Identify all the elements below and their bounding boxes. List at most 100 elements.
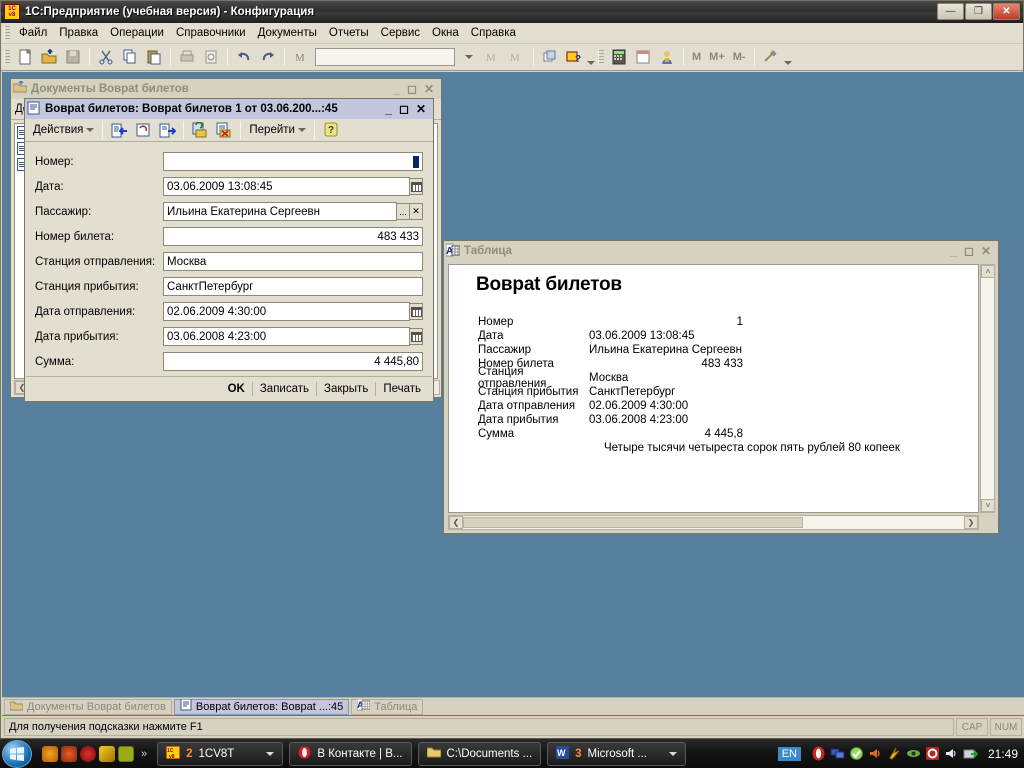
undo-post-icon[interactable] bbox=[132, 119, 154, 141]
user-icon[interactable] bbox=[656, 46, 678, 68]
redo-icon[interactable] bbox=[257, 46, 279, 68]
table-horizontal-scrollbar[interactable]: ❮ ❯ bbox=[448, 515, 979, 530]
copy-icon[interactable] bbox=[119, 46, 141, 68]
windows-icon[interactable] bbox=[539, 46, 561, 68]
table-report-window[interactable]: A Таблица _ ◻ ✕ Вовраt билетов Номер 1 Д… bbox=[443, 240, 999, 534]
docform-minimize-button[interactable]: _ bbox=[385, 103, 392, 115]
arrival-date-calendar-button[interactable] bbox=[409, 328, 423, 345]
menu-reports[interactable]: Отчеты bbox=[323, 25, 375, 41]
memory-add-button[interactable]: M+ bbox=[705, 51, 729, 63]
scroll-down-icon[interactable]: ˅ bbox=[981, 499, 995, 512]
date-calendar-button[interactable] bbox=[409, 178, 423, 195]
memory-recall-button[interactable]: M bbox=[688, 51, 705, 63]
menubar-grip-icon[interactable] bbox=[4, 25, 10, 41]
doclist-maximize-button[interactable]: ◻ bbox=[407, 83, 417, 95]
structure-icon[interactable] bbox=[189, 119, 211, 141]
menu-windows[interactable]: Окна bbox=[426, 25, 465, 41]
restore-button[interactable]: ❐ bbox=[965, 3, 992, 20]
passenger-input[interactable]: Ильина Екатерина Сергеевн bbox=[163, 202, 397, 221]
help-icon[interactable]: ? bbox=[320, 119, 342, 141]
departure-date-input[interactable]: 02.06.2009 4:30:00 bbox=[163, 302, 410, 321]
close-button[interactable]: ✕ bbox=[993, 3, 1020, 20]
open-folder-icon[interactable] bbox=[38, 46, 60, 68]
table-close-button[interactable]: ✕ bbox=[981, 245, 991, 257]
calculator-icon[interactable] bbox=[608, 46, 630, 68]
hscroll-thumb[interactable] bbox=[463, 517, 803, 528]
departure-station-input[interactable]: Москва bbox=[163, 252, 423, 271]
cut-icon[interactable] bbox=[95, 46, 117, 68]
browser-icon[interactable] bbox=[61, 745, 77, 762]
eject-icon[interactable] bbox=[963, 746, 979, 761]
start-button[interactable] bbox=[2, 739, 32, 768]
clock-app-icon[interactable] bbox=[118, 745, 134, 762]
document-form-window[interactable]: Вовраt билетов: Вовраt билетов 1 от 03.0… bbox=[24, 98, 434, 402]
undo-icon[interactable] bbox=[233, 46, 255, 68]
taskbar-button-documents[interactable]: C:\Documents ... bbox=[417, 741, 542, 766]
table-maximize-button[interactable]: ◻ bbox=[964, 245, 974, 257]
doclist-minimize-button[interactable]: _ bbox=[393, 83, 400, 95]
menu-catalogs[interactable]: Справочники bbox=[170, 25, 252, 41]
sum-input[interactable]: 4 445,80 bbox=[163, 352, 423, 371]
print-button[interactable]: Печать bbox=[376, 381, 428, 397]
docform-maximize-button[interactable]: ◻ bbox=[399, 103, 409, 115]
memory-sub-button[interactable]: M- bbox=[729, 51, 750, 63]
table-minimize-button[interactable]: _ bbox=[950, 245, 957, 257]
language-indicator[interactable]: EN bbox=[777, 746, 801, 761]
search-dropdown-icon[interactable] bbox=[458, 46, 480, 68]
document-form-title-bar[interactable]: Вовраt билетов: Вовраt билетов 1 от 03.0… bbox=[25, 99, 433, 119]
chevron-down-icon[interactable] bbox=[668, 751, 677, 756]
print-preview-icon[interactable] bbox=[200, 46, 222, 68]
ok-button[interactable]: OK bbox=[221, 381, 252, 397]
network-icon[interactable] bbox=[830, 746, 845, 761]
toolbar-grip-icon[interactable] bbox=[4, 49, 10, 65]
help-1c-icon[interactable]: ? bbox=[563, 46, 585, 68]
move-document-icon[interactable] bbox=[156, 119, 178, 141]
passenger-select-button[interactable]: ... bbox=[396, 203, 410, 220]
opera-icon[interactable] bbox=[80, 745, 96, 762]
find-next-icon[interactable]: M bbox=[482, 46, 504, 68]
paste-icon[interactable] bbox=[143, 46, 165, 68]
speaker-icon[interactable] bbox=[944, 746, 959, 761]
docform-close-button[interactable]: ✕ bbox=[416, 103, 426, 115]
find-prev-icon[interactable]: M bbox=[506, 46, 528, 68]
flash-icon[interactable] bbox=[99, 745, 115, 762]
arrival-station-input[interactable]: СанктПетербург bbox=[163, 277, 423, 296]
date-input[interactable]: 03.06.2009 13:08:45 bbox=[163, 177, 410, 196]
actions-menu-button[interactable]: Действия bbox=[29, 123, 98, 137]
taskbar-button-word[interactable]: W 3 Microsoft ... bbox=[547, 741, 686, 766]
close-button[interactable]: Закрыть bbox=[317, 381, 375, 397]
quick-launch-overflow-icon[interactable]: » bbox=[141, 748, 147, 760]
number-input[interactable] bbox=[163, 152, 423, 171]
taskbar-clock[interactable]: 21:49 bbox=[988, 747, 1018, 761]
window-tab-document-list[interactable]: Документы Вовраt билетов bbox=[4, 698, 172, 715]
antivirus-icon[interactable] bbox=[849, 746, 864, 761]
at-icon[interactable] bbox=[42, 745, 58, 762]
find-icon[interactable]: M bbox=[290, 46, 312, 68]
table-vertical-scrollbar[interactable]: ˄ ˅ bbox=[980, 264, 995, 513]
windows-dropdown-icon[interactable] bbox=[586, 46, 595, 68]
ticket-number-input[interactable]: 483 433 bbox=[163, 227, 423, 246]
arrival-date-input[interactable]: 03.06.2008 4:23:00 bbox=[163, 327, 410, 346]
tools-dropdown-icon[interactable] bbox=[783, 46, 792, 68]
taskbar-button-1cv8t[interactable]: 1C v8 2 1CV8T bbox=[157, 741, 284, 766]
clear-posting-icon[interactable] bbox=[213, 119, 235, 141]
flash-icon[interactable] bbox=[887, 746, 902, 761]
window-tab-document-form[interactable]: Вовраt билетов: Вовраt ...:45 bbox=[173, 698, 350, 715]
menu-help[interactable]: Справка bbox=[465, 25, 522, 41]
eye-icon[interactable] bbox=[906, 746, 921, 761]
menu-service[interactable]: Сервис bbox=[375, 25, 426, 41]
print-icon[interactable] bbox=[176, 46, 198, 68]
taskbar-button-vkontakte[interactable]: В Контакте | В... bbox=[289, 741, 412, 766]
post-document-icon[interactable] bbox=[108, 119, 130, 141]
write-button[interactable]: Записать bbox=[253, 381, 316, 397]
scroll-right-icon[interactable]: ❯ bbox=[964, 516, 978, 529]
menu-operations[interactable]: Операции bbox=[104, 25, 170, 41]
menu-documents[interactable]: Документы bbox=[252, 25, 323, 41]
calendar-icon[interactable] bbox=[632, 46, 654, 68]
doclist-close-button[interactable]: ✕ bbox=[424, 83, 434, 95]
search-input[interactable] bbox=[315, 48, 455, 66]
tools-icon[interactable] bbox=[760, 46, 782, 68]
new-document-icon[interactable] bbox=[14, 46, 36, 68]
chevron-down-icon[interactable] bbox=[266, 751, 275, 756]
opera-icon[interactable] bbox=[811, 746, 826, 761]
